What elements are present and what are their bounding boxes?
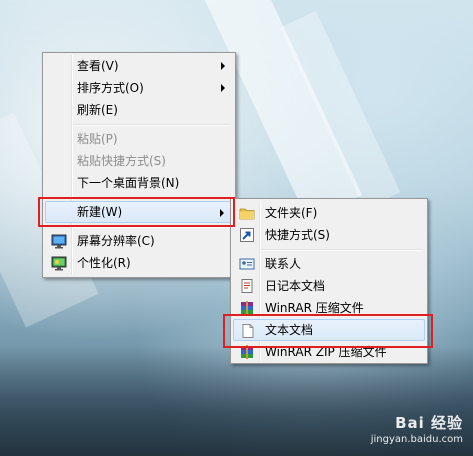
watermark-brand: Bai 经验 [395, 414, 463, 432]
menu-item-label: 粘贴(P) [77, 132, 118, 146]
submenu-item-label: WinRAR 压缩文件 [265, 301, 364, 315]
menu-item-next-desktop-background[interactable]: 下一个桌面背景(N) [45, 172, 233, 194]
submenu-item-journal-document[interactable]: 日记本文档 [233, 275, 425, 297]
watermark-url: jingyan.baidu.com [370, 434, 463, 445]
desktop-context-menu: 查看(V) 排序方式(O) 刷新(E) 粘贴(P) 粘贴快捷方式(S) 下一个桌… [42, 52, 236, 278]
submenu-item-folder[interactable]: 文件夹(F) [233, 202, 425, 224]
highlight-box-text-document [223, 314, 433, 348]
menu-item-paste-shortcut: 粘贴快捷方式(S) [45, 150, 233, 172]
submenu-item-label: 日记本文档 [265, 279, 326, 293]
highlight-box-new [38, 197, 235, 227]
personalize-icon [51, 256, 67, 271]
menu-separator [73, 124, 231, 126]
contact-card-icon [239, 258, 255, 270]
menu-item-label: 粘贴快捷方式(S) [77, 154, 166, 168]
menu-item-personalize[interactable]: 个性化(R) [45, 252, 233, 274]
menu-item-label: 下一个桌面背景(N) [77, 176, 180, 190]
submenu-arrow-icon [221, 84, 225, 92]
menu-item-label: 个性化(R) [77, 256, 131, 270]
menu-separator [261, 249, 423, 251]
menu-item-paste: 粘贴(P) [45, 128, 233, 150]
journal-document-icon [241, 279, 253, 293]
menu-item-label: 刷新(E) [77, 103, 118, 117]
menu-item-sort-by[interactable]: 排序方式(O) [45, 77, 233, 99]
menu-item-screen-resolution[interactable]: 屏幕分辨率(C) [45, 230, 233, 252]
baidu-jingyan-watermark: Bai 经验 jingyan.baidu.com [333, 412, 463, 448]
submenu-item-label: 联系人 [265, 257, 302, 271]
submenu-item-shortcut[interactable]: 快捷方式(S) [233, 224, 425, 246]
folder-icon [239, 208, 255, 220]
menu-item-label: 屏幕分辨率(C) [77, 234, 155, 248]
menu-item-view[interactable]: 查看(V) [45, 55, 233, 77]
submenu-item-label: 快捷方式(S) [265, 228, 330, 242]
submenu-item-contact[interactable]: 联系人 [233, 253, 425, 275]
monitor-icon [51, 234, 67, 249]
menu-item-refresh[interactable]: 刷新(E) [45, 99, 233, 121]
shortcut-arrow-icon [240, 228, 254, 242]
submenu-item-label: 文件夹(F) [265, 206, 318, 220]
menu-item-label: 排序方式(O) [77, 81, 144, 95]
submenu-arrow-icon [221, 62, 225, 70]
menu-item-label: 查看(V) [77, 59, 119, 73]
